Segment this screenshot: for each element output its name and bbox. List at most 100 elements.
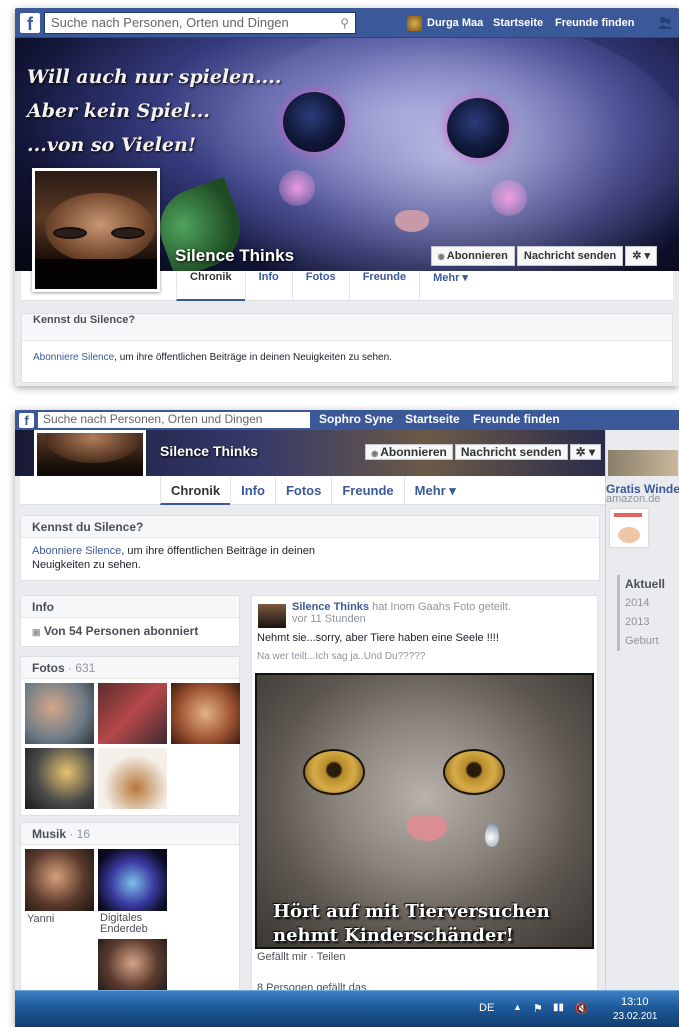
music-label-digitales[interactable]: Digitales Enderdeb <box>100 913 166 935</box>
tab-info[interactable]: Info <box>244 271 292 301</box>
music-thumb-yanni[interactable] <box>25 849 94 911</box>
post-author-name[interactable]: Silence Thinks <box>292 601 369 613</box>
music-thumb[interactable] <box>98 939 167 993</box>
photo-thumb[interactable] <box>171 683 240 744</box>
facebook-logo-icon[interactable]: f <box>20 13 40 34</box>
post-time[interactable]: vor 11 Stunden <box>292 613 366 625</box>
profile-actions: ◉ Abonnieren Nachricht senden ✲ ▾ <box>365 444 601 460</box>
search-input[interactable]: Suche nach Personen, Orten und Dingen ⚲ <box>44 12 356 34</box>
subscribe-label: Abonnieren <box>446 250 508 262</box>
subscribe-button[interactable]: ◉ Abonnieren <box>365 444 453 460</box>
know-silence-title: Kennst du Silence? <box>22 314 672 341</box>
clock-date[interactable]: 23.02.201 <box>613 1011 658 1022</box>
cover-cat-cheek-left <box>279 170 315 206</box>
nav-home-link[interactable]: Startseite <box>405 410 460 430</box>
post-image[interactable]: Hört auf mit Tierversuchen nehmt Kinders… <box>255 673 594 949</box>
post-cat-eye-left <box>303 749 365 795</box>
profile-tabs: Chronik Info Fotos Freunde Mehr ▾ <box>176 271 481 301</box>
post-shared-text: hat Inom Gaahs Foto geteilt. <box>369 601 511 613</box>
nav-find-friends-link[interactable]: Freunde finden <box>555 8 634 38</box>
tab-fotos[interactable]: Fotos <box>291 271 349 301</box>
cover-cat-fur <box>215 38 679 271</box>
cover-cat-eye-right <box>447 98 509 158</box>
ad-domain: amazon.de <box>606 493 661 505</box>
profile-name[interactable]: Silence Thinks <box>160 443 258 459</box>
system-tray: DE ▲ ⚑ ▮▮ 🔇 13:10 23.02.201 <box>479 991 679 1027</box>
profile-tabs-bar: Chronik Info Fotos Freunde Mehr ▾ <box>20 476 605 505</box>
nav-user-link[interactable]: Sophro Syne <box>319 410 393 430</box>
tab-freunde[interactable]: Freunde <box>331 476 403 505</box>
timeline-birth[interactable]: Geburt <box>625 632 665 651</box>
timeline-2014[interactable]: 2014 <box>625 594 665 613</box>
windows-taskbar: DE ▲ ⚑ ▮▮ 🔇 13:10 23.02.201 <box>15 990 679 1027</box>
photos-title: Fotos <box>32 661 65 675</box>
volume-muted-icon[interactable]: 🔇 <box>575 1002 589 1015</box>
music-label-yanni[interactable]: Yanni <box>27 913 54 925</box>
photos-header[interactable]: Fotos · 631 <box>21 657 239 679</box>
friend-requests-icon[interactable] <box>657 15 673 31</box>
nav-find-friends-link[interactable]: Freunde finden <box>473 410 560 430</box>
clock-time[interactable]: 13:10 <box>621 996 649 1008</box>
facebook-top-bar: f Suche nach Personen, Orten und Dingen … <box>15 410 679 430</box>
subscribe-link[interactable]: Abonniere Silence <box>32 545 121 557</box>
post-text-line-1: Nehmt sie...sorry, aber Tiere haben eine… <box>257 632 499 644</box>
tab-mehr[interactable]: Mehr ▾ <box>403 476 466 505</box>
send-message-button[interactable]: Nachricht senden <box>454 444 568 460</box>
subscribe-button[interactable]: ◉ Abonnieren <box>430 246 515 266</box>
timeline-current[interactable]: Aktuell <box>625 575 665 594</box>
photo-thumb[interactable] <box>25 748 94 809</box>
facebook-logo-icon[interactable]: f <box>19 413 34 428</box>
nav-user-link[interactable]: Durga Maa <box>407 8 483 38</box>
tab-mehr[interactable]: Mehr ▾ <box>419 271 481 301</box>
followers-count[interactable]: Von 54 Personen abonniert <box>44 624 198 638</box>
tab-chronik[interactable]: Chronik <box>176 271 245 301</box>
cover-quote-line-1: Will auch nur spielen.... <box>27 66 282 88</box>
post-cat-eye-right <box>443 749 505 795</box>
music-thumb-digitales[interactable] <box>98 849 167 911</box>
post-actions[interactable]: Gefällt mir · Teilen <box>257 951 345 963</box>
know-silence-body: Abonniere Silence, um ihre öffentlichen … <box>21 538 599 580</box>
ad-image-top[interactable] <box>608 450 678 476</box>
photo-thumb[interactable] <box>98 683 167 744</box>
tab-fotos[interactable]: Fotos <box>274 476 331 505</box>
profile-tabs: Chronik Info Fotos Freunde Mehr ▾ <box>160 476 466 505</box>
music-count: · 16 <box>66 827 91 841</box>
post-author-avatar[interactable] <box>258 604 286 628</box>
rss-icon: ◉ <box>371 449 379 458</box>
subscribe-link[interactable]: Abonniere Silence <box>33 352 114 363</box>
cover-cat-cheek-right <box>491 180 527 216</box>
know-silence-text-1: , um ihre öffentlichen Beiträge in deine… <box>121 545 315 557</box>
cover-cat-eye-left <box>283 92 345 152</box>
nav-home-link[interactable]: Startseite <box>493 8 543 38</box>
photo-thumb[interactable] <box>98 748 167 809</box>
flag-icon[interactable]: ⚑ <box>533 1002 543 1015</box>
music-header[interactable]: Musik · 16 <box>21 823 239 845</box>
post-cat-tear <box>485 823 499 847</box>
post-text-line-2: Na wer teilt...Ich sag ja..Und Du????? <box>257 651 426 662</box>
photo-thumb[interactable] <box>25 683 94 744</box>
timeline-2013[interactable]: 2013 <box>625 613 665 632</box>
ad-image[interactable] <box>609 508 649 548</box>
search-input[interactable]: Suche nach Personen, Orten und Dingen <box>38 412 310 428</box>
language-indicator[interactable]: DE <box>479 1002 494 1014</box>
profile-face <box>45 433 141 463</box>
search-icon[interactable]: ⚲ <box>340 13 349 33</box>
gear-menu-button[interactable]: ✲ ▾ <box>625 246 657 266</box>
tab-chronik[interactable]: Chronik <box>160 476 231 505</box>
profile-eye-right <box>111 227 145 239</box>
show-hidden-icons[interactable]: ▲ <box>513 1002 522 1012</box>
network-icon[interactable]: ▮▮ <box>553 1002 564 1013</box>
cover-cat-nose <box>395 210 429 232</box>
rss-icon: ◉ <box>437 252 445 261</box>
search-placeholder: Suche nach Personen, Orten und Dingen <box>51 15 289 30</box>
profile-veil <box>35 259 157 289</box>
tab-freunde[interactable]: Freunde <box>348 271 419 301</box>
profile-picture[interactable] <box>32 168 160 292</box>
music-title: Musik <box>32 827 67 841</box>
profile-eye-left <box>53 227 87 239</box>
send-message-button[interactable]: Nachricht senden <box>516 246 624 266</box>
tab-info[interactable]: Info <box>230 476 275 505</box>
info-title[interactable]: Info <box>21 596 239 618</box>
gear-menu-button[interactable]: ✲ ▾ <box>569 444 601 460</box>
profile-name[interactable]: Silence Thinks <box>175 246 294 266</box>
